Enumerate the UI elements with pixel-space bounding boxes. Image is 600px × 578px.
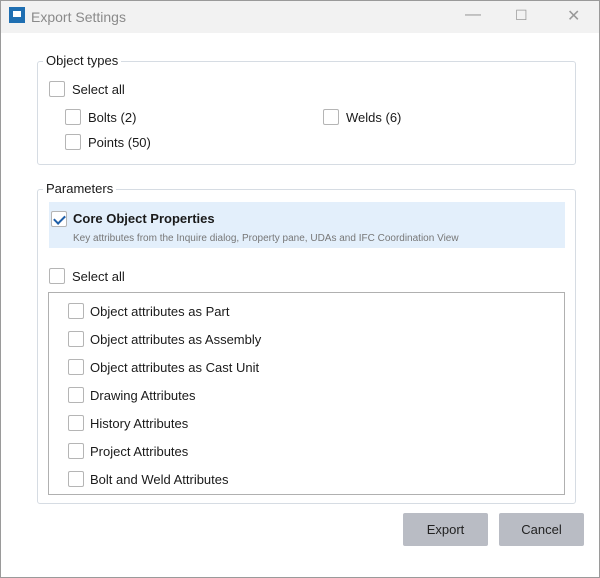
attribute-checkbox[interactable] [68,359,84,375]
attribute-label: History Attributes [90,416,189,431]
attributes-list[interactable]: Object attributes as Part Object attribu… [48,292,565,495]
points-checkbox[interactable] [65,134,81,150]
parameters-select-all-checkbox[interactable] [49,268,65,284]
attribute-label: Drawing Attributes [90,388,196,403]
app-icon [9,7,25,23]
maximize-button[interactable]: ☐ [515,7,528,24]
attribute-label: Object attributes as Assembly [90,332,262,347]
attribute-label: Project Attributes [90,444,189,459]
attribute-label: Object attributes as Part [90,304,230,319]
points-label: Points (50) [88,135,151,150]
export-button[interactable]: Export [403,513,488,546]
attribute-label: Object attributes as Cast Unit [90,360,260,375]
core-properties-label: Core Object Properties [73,211,215,226]
parameters-select-all-label: Select all [72,269,125,284]
object-types-label: Object types [43,53,122,68]
attribute-checkbox[interactable] [68,415,84,431]
bolts-checkbox[interactable] [65,109,81,125]
attribute-checkbox[interactable] [68,331,84,347]
close-button[interactable]: ✕ [567,6,580,26]
minimize-button[interactable]: — [465,6,481,24]
bolts-label: Bolts (2) [88,110,137,125]
object-types-select-all-checkbox[interactable] [49,81,65,97]
attribute-label: Bolt and Weld Attributes [90,472,229,487]
attribute-checkbox[interactable] [68,443,84,459]
attribute-checkbox[interactable] [68,387,84,403]
parameters-label: Parameters [43,181,117,196]
cancel-button[interactable]: Cancel [499,513,584,546]
welds-checkbox[interactable] [323,109,339,125]
attribute-checkbox[interactable] [68,303,84,319]
welds-label: Welds (6) [346,110,402,125]
attribute-checkbox[interactable] [68,471,84,487]
window-title: Export Settings [31,9,126,25]
object-types-select-all-label: Select all [72,82,125,97]
core-properties-checkbox[interactable] [51,211,67,227]
core-properties-description: Key attributes from the Inquire dialog, … [73,233,459,244]
